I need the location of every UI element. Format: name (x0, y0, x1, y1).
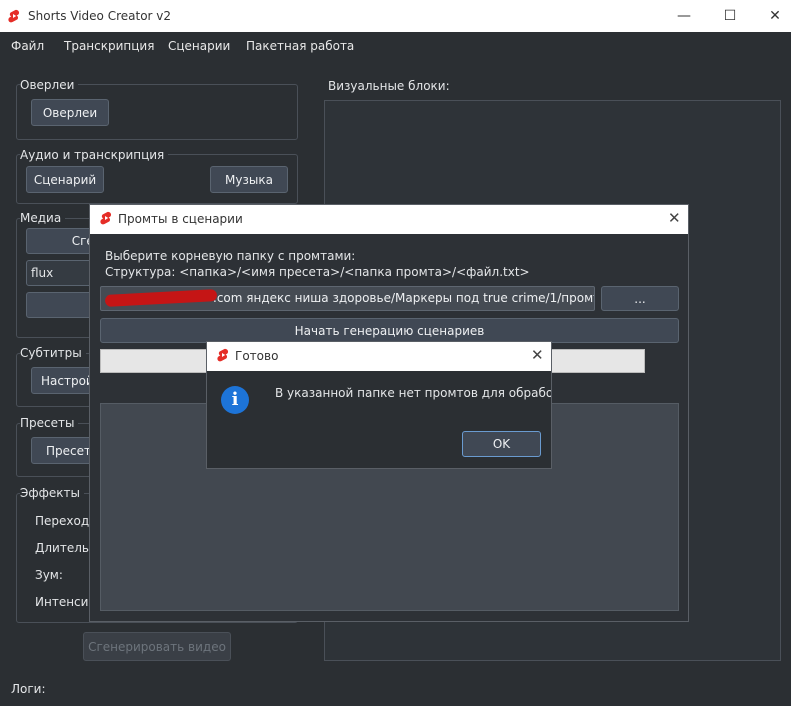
audio-group-label: Аудио и транскрипция (20, 148, 169, 162)
window-titlebar: Shorts Video Creator v2 — ☐ ✕ (0, 0, 791, 32)
app-logo-icon (99, 211, 113, 228)
maximize-button[interactable]: ☐ (707, 0, 753, 32)
close-window-button[interactable]: ✕ (752, 0, 791, 32)
prompts-dialog-titlebar: Промты в сценарии ✕ (90, 205, 688, 234)
menu-transcription[interactable]: Транскрипция (64, 39, 154, 53)
generate-video-button[interactable]: Сгенерировать видео (83, 632, 231, 661)
minimize-button[interactable]: — (661, 0, 707, 32)
menu-scenarios[interactable]: Сценарии (168, 39, 230, 53)
overlays-button[interactable]: Оверлеи (31, 99, 109, 126)
presets-group-label: Пресеты (20, 416, 79, 430)
script-button[interactable]: Сценарий (26, 166, 104, 193)
menu-bar: Файл Транскрипция Сценарии Пакетная рабо… (0, 32, 791, 60)
start-generation-button[interactable]: Начать генерацию сценариев (100, 318, 679, 343)
music-button[interactable]: Музыка (210, 166, 288, 193)
prompts-dialog-close-button[interactable]: ✕ (668, 209, 681, 227)
prompts-dialog-title: Промты в сценарии (118, 212, 243, 226)
intensity-label: Интенсив (35, 595, 96, 609)
prompts-structure-hint: Структура: <папка>/<имя пресета>/<папка … (105, 265, 530, 279)
prompts-instruction: Выберите корневую папку с промтами: (105, 249, 356, 263)
menu-batch[interactable]: Пакетная работа (246, 39, 354, 53)
redaction-scribble (104, 289, 218, 307)
menu-file[interactable]: Файл (11, 39, 44, 53)
media-group-label: Медиа (20, 211, 66, 225)
logs-label: Логи: (11, 682, 46, 696)
prompts-path-field[interactable]: .com яндекс ниша здоровье/Маркеры под tr… (100, 286, 595, 311)
app-logo-icon (7, 9, 21, 26)
subtitles-group-label: Субтитры (20, 346, 86, 360)
transition-label: Переход: (35, 514, 94, 528)
done-dialog-titlebar: Готово ✕ (207, 342, 551, 371)
duration-label: Длитель (35, 541, 89, 555)
done-dialog-title: Готово (235, 349, 279, 363)
window-title: Shorts Video Creator v2 (28, 9, 172, 23)
visual-blocks-label: Визуальные блоки: (328, 79, 450, 93)
info-icon: i (221, 386, 249, 414)
zoom-label: Зум: (35, 568, 63, 582)
browse-button[interactable]: ... (601, 286, 679, 311)
done-message: В указанной папке нет промтов для обрабо… (275, 386, 552, 400)
prompts-path-text: .com яндекс ниша здоровье/Маркеры под tr… (213, 291, 594, 305)
ok-button[interactable]: OK (462, 431, 541, 457)
effects-group-label: Эффекты (20, 486, 84, 500)
app-logo-icon (216, 348, 230, 365)
done-dialog-close-button[interactable]: ✕ (531, 346, 544, 364)
overlays-group-label: Оверлеи (20, 78, 79, 92)
done-dialog: Готово ✕ i В указанной папке нет промтов… (206, 341, 552, 469)
